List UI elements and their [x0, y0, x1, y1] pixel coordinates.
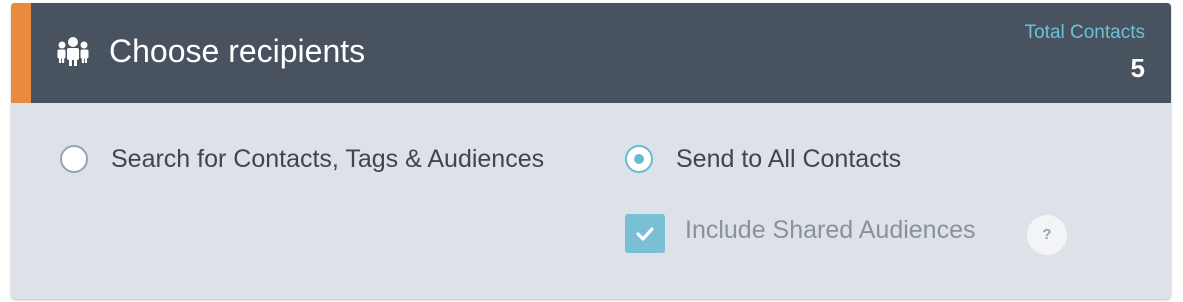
- send-all-contacts-label[interactable]: Send to All Contacts: [676, 145, 901, 174]
- checkmark-icon: [636, 227, 654, 241]
- choose-recipients-panel: Choose recipients Total Contacts 5 Searc…: [11, 3, 1171, 299]
- send-all-contacts-radio[interactable]: [625, 145, 653, 173]
- panel-title: Choose recipients: [109, 33, 366, 69]
- include-shared-audiences-label[interactable]: Include Shared Audiences: [685, 216, 976, 245]
- accent-bar: [11, 3, 31, 103]
- search-contacts-radio[interactable]: [60, 145, 88, 173]
- people-icon: [57, 37, 89, 66]
- radio-selected-dot: [634, 154, 644, 164]
- total-contacts-count: 5: [1130, 53, 1145, 83]
- total-contacts-label: Total Contacts: [1024, 22, 1145, 43]
- search-contacts-label[interactable]: Search for Contacts, Tags & Audiences: [111, 145, 544, 174]
- help-icon[interactable]: ?: [1027, 215, 1067, 255]
- include-shared-audiences-checkbox[interactable]: [625, 214, 665, 253]
- panel-header: Choose recipients Total Contacts 5: [11, 3, 1171, 103]
